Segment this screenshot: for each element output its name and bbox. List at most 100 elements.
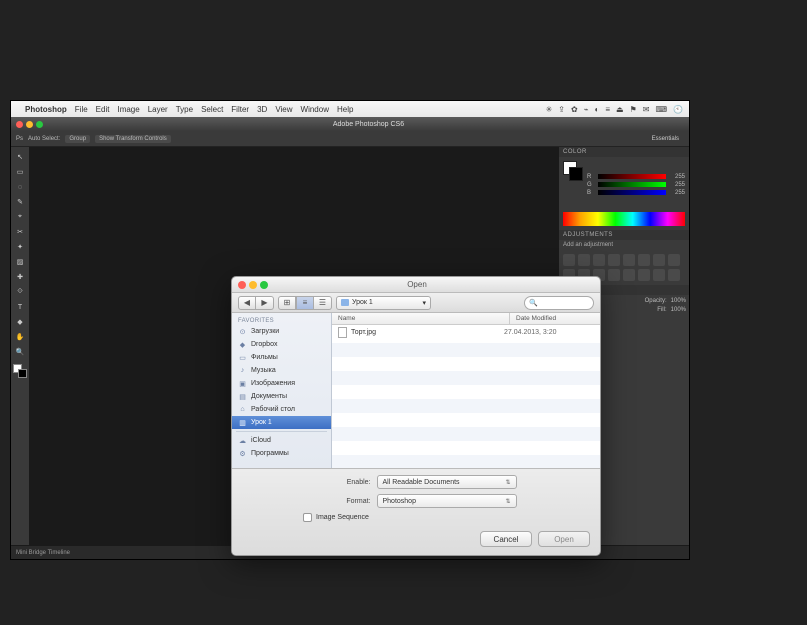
sidebar-item[interactable]: ☁iCloud (232, 434, 331, 447)
cancel-button[interactable]: Cancel (480, 531, 532, 547)
heal-tool[interactable]: ✚ (13, 270, 27, 284)
adjustment-icon[interactable] (653, 254, 665, 266)
dialog-zoom-button[interactable] (260, 281, 268, 289)
status-icon[interactable]: ◐ (595, 105, 600, 114)
close-button[interactable] (16, 121, 23, 128)
menu-type[interactable]: Type (176, 105, 193, 114)
brush-tool[interactable]: ✦ (13, 240, 27, 254)
format-dropdown[interactable]: Photoshop⇅ (377, 494, 517, 508)
adjustments-panel-tab[interactable]: Adjustments (559, 230, 689, 240)
color-ramp[interactable] (563, 212, 685, 226)
adjustment-icon[interactable] (623, 269, 635, 281)
eyedropper-tool[interactable]: ✂ (13, 225, 27, 239)
sidebar-icon: ♪ (238, 366, 247, 375)
sidebar-item[interactable]: ▣Изображения (232, 377, 331, 390)
sidebar-item[interactable]: ▥Урок 1 (232, 416, 331, 429)
status-icon[interactable]: ⌨ (655, 105, 667, 114)
sidebar: FAVORITES ⊙Загрузки◆Dropbox▭Фильмы♪Музык… (232, 313, 332, 468)
g-slider[interactable] (598, 182, 666, 187)
menu-filter[interactable]: Filter (231, 105, 249, 114)
sidebar-item[interactable]: ⚙Программы (232, 447, 331, 460)
menu-help[interactable]: Help (337, 105, 353, 114)
fill-value[interactable]: 100% (671, 307, 686, 313)
status-icon[interactable]: ⚑ (630, 105, 637, 114)
opacity-value[interactable]: 100% (671, 298, 686, 304)
dialog-minimize-button[interactable] (249, 281, 257, 289)
adjustment-icon[interactable] (638, 254, 650, 266)
sidebar-item[interactable]: ⊙Загрузки (232, 325, 331, 338)
chevron-updown-icon: ⇅ (505, 479, 510, 486)
status-icon[interactable]: ✳ (546, 105, 553, 114)
sidebar-item[interactable]: ♪Музыка (232, 364, 331, 377)
status-icon[interactable]: ⌁ (584, 105, 589, 114)
col-name[interactable]: Name (332, 313, 510, 324)
menu-file[interactable]: File (75, 105, 88, 114)
status-icon[interactable]: ✿ (571, 105, 578, 114)
marquee-tool[interactable]: ▭ (13, 165, 27, 179)
sidebar-item-label: Программы (251, 450, 289, 457)
path-dropdown[interactable]: Урок 1 ▾ (336, 296, 431, 310)
b-slider[interactable] (598, 190, 666, 195)
adjustment-icon[interactable] (563, 254, 575, 266)
r-slider[interactable] (598, 174, 666, 179)
menu-view[interactable]: View (275, 105, 292, 114)
adjustment-icon[interactable] (668, 254, 680, 266)
menu-select[interactable]: Select (201, 105, 223, 114)
background-swatch[interactable] (18, 369, 27, 378)
search-field[interactable]: 🔍 (524, 296, 594, 310)
color-panel-tab[interactable]: Color (559, 147, 689, 157)
sidebar-item[interactable]: ◆Dropbox (232, 338, 331, 351)
zoom-tool[interactable]: 🔍 (13, 345, 27, 359)
adjustment-icon[interactable] (578, 254, 590, 266)
adjustment-icon[interactable] (653, 269, 665, 281)
adjustment-icon[interactable] (668, 269, 680, 281)
image-sequence-checkbox[interactable]: Image Sequence (303, 513, 590, 522)
icon-view-button[interactable]: ⊞ (278, 296, 296, 310)
status-icon[interactable]: ✉ (643, 105, 650, 114)
pen-tool[interactable]: ◆ (13, 315, 27, 329)
show-transform-checkbox[interactable]: Show Transform Controls (95, 135, 171, 143)
sidebar-item[interactable]: ▤Документы (232, 390, 331, 403)
back-button[interactable]: ◀ (238, 296, 256, 310)
minimize-button[interactable] (26, 121, 33, 128)
autoselect-dropdown[interactable]: Group (65, 135, 90, 143)
zoom-button[interactable] (36, 121, 43, 128)
adjustment-icon[interactable] (623, 254, 635, 266)
adjustment-icon[interactable] (608, 269, 620, 281)
menu-window[interactable]: Window (301, 105, 329, 114)
status-icon[interactable]: ≡ (605, 105, 610, 114)
wand-tool[interactable]: ✎ (13, 195, 27, 209)
lasso-tool[interactable]: ◌ (13, 180, 27, 194)
open-button[interactable]: Open (538, 531, 590, 547)
hand-tool[interactable]: ✋ (13, 330, 27, 344)
col-date[interactable]: Date Modified (510, 313, 600, 324)
sidebar-item[interactable]: ▭Фильмы (232, 351, 331, 364)
dialog-close-button[interactable] (238, 281, 246, 289)
menu-3d[interactable]: 3D (257, 105, 267, 114)
menu-app[interactable]: Photoshop (25, 105, 67, 114)
column-view-button[interactable]: ☰ (314, 296, 332, 310)
status-icon[interactable]: ⏏ (616, 105, 624, 114)
gradient-tool[interactable]: ⟐ (13, 285, 27, 299)
status-icon[interactable]: ⇪ (558, 105, 565, 114)
adjustment-icon[interactable] (608, 254, 620, 266)
stamp-tool[interactable]: ▨ (13, 255, 27, 269)
list-background (332, 329, 600, 468)
menu-layer[interactable]: Layer (148, 105, 168, 114)
sidebar-item[interactable]: ⌂Рабочий стол (232, 403, 331, 416)
type-tool[interactable]: T (13, 300, 27, 314)
list-view-button[interactable]: ≡ (296, 296, 314, 310)
menu-edit[interactable]: Edit (96, 105, 110, 114)
adjustment-icon[interactable] (638, 269, 650, 281)
adjustment-icon[interactable] (593, 254, 605, 266)
forward-button[interactable]: ▶ (256, 296, 274, 310)
enable-dropdown[interactable]: All Readable Documents⇅ (377, 475, 517, 489)
workspace-switcher[interactable]: Essentials (648, 135, 683, 143)
color-swatches[interactable] (13, 364, 27, 378)
panel-swatches[interactable] (563, 161, 583, 181)
status-icon[interactable]: 🕙 (673, 105, 683, 114)
crop-tool[interactable]: ⌖ (13, 210, 27, 224)
menu-image[interactable]: Image (117, 105, 139, 114)
move-tool[interactable]: ↖ (13, 150, 27, 164)
file-row[interactable]: Торт.jpg27.04.2013, 3:20 (332, 325, 600, 340)
